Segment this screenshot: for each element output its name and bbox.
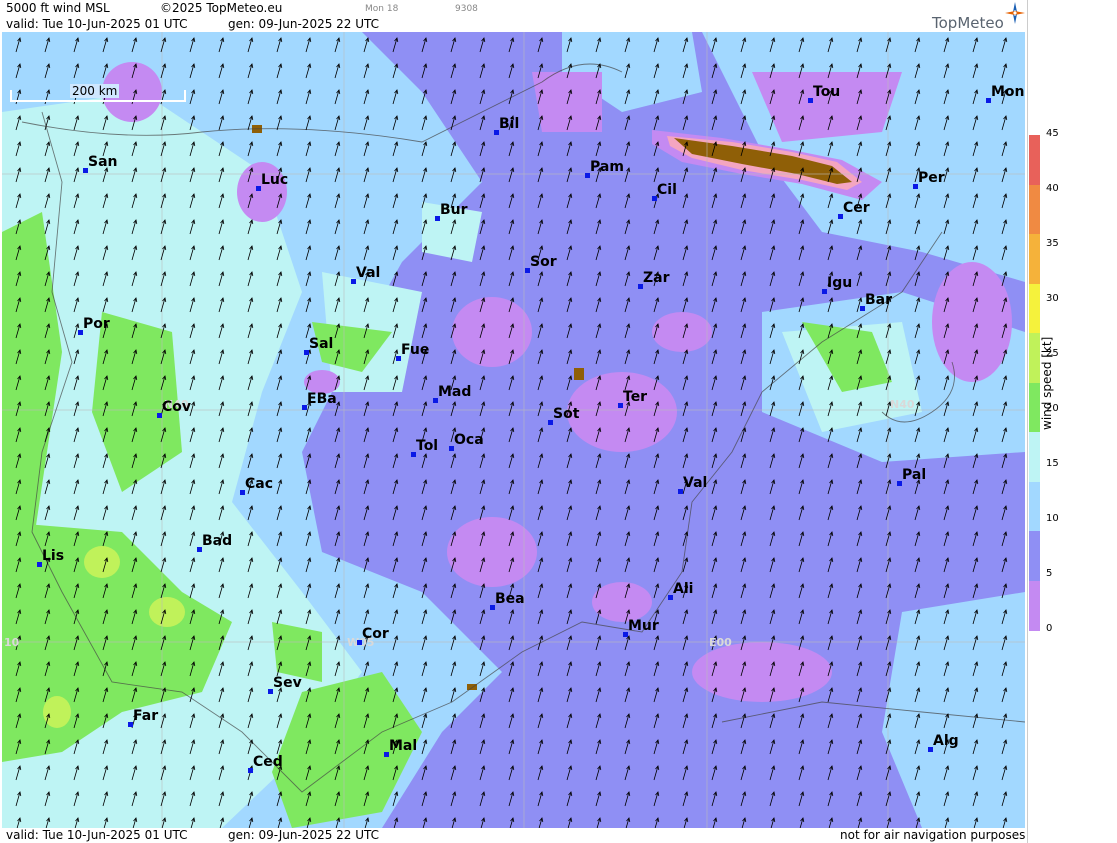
city-label: Sor	[530, 254, 557, 270]
scale-label: 200 km	[70, 84, 120, 98]
legend-tick-label: 10	[1046, 513, 1059, 524]
city-label: Alg	[933, 733, 959, 749]
map-header: 5000 ft wind MSL ©2025 TopMeteo.eu Mon 1…	[0, 0, 1027, 32]
city-label: Mad	[438, 384, 472, 400]
city-label: Mon	[991, 84, 1025, 100]
copyright: ©2025 TopMeteo.eu	[160, 1, 283, 15]
footer-generated-time: gen: 09-Jun-2025 22 UTC	[228, 828, 380, 842]
legend-color-cell	[1029, 283, 1040, 334]
legend-color-cell	[1029, 432, 1040, 482]
city-label: Tou	[813, 84, 841, 100]
city-label: San	[88, 154, 118, 170]
legend-tick-label: 0	[1046, 623, 1053, 634]
city-label: Cac	[245, 476, 274, 492]
city-label: Bar	[865, 292, 893, 308]
legend-color-bar	[1028, 135, 1040, 631]
legend-color-cell	[1029, 333, 1040, 383]
lat-label-east: N40	[890, 398, 915, 411]
city-label: Oca	[454, 432, 484, 448]
city-label: Val	[356, 265, 381, 281]
legend-color-cell	[1029, 135, 1040, 185]
legend-title: wind speed [kt]	[1040, 336, 1054, 430]
city-label: Per	[918, 170, 945, 186]
run-code: 9308	[455, 4, 478, 14]
legend-tick-label: 5	[1046, 568, 1053, 579]
legend-tick-label: 15	[1046, 458, 1059, 469]
legend-color-cell	[1029, 184, 1040, 235]
legend-color-cell	[1029, 234, 1040, 284]
lon-label-w10: 10	[4, 636, 20, 649]
city-label: Far	[133, 708, 159, 724]
city-label: Sev	[273, 675, 302, 691]
city-label: Luc	[261, 172, 289, 188]
wind-map[interactable]: 200 km N40 N40 W05 E00 10 TouMonBilSanLu…	[2, 32, 1025, 828]
city-label: Pal	[902, 467, 927, 483]
product-title: 5000 ft wind MSL	[6, 1, 110, 15]
city-label: Val	[683, 475, 708, 491]
city-label: Lis	[42, 548, 65, 564]
city-label: Cor	[362, 626, 389, 642]
city-label: Bur	[440, 202, 468, 218]
city-label: Por	[83, 316, 110, 332]
city-label: Bil	[499, 116, 520, 132]
legend-color-cell	[1029, 531, 1040, 581]
city-label: Cer	[843, 200, 870, 216]
legend-tick-label: 45	[1046, 128, 1059, 139]
city-label: Igu	[827, 275, 853, 291]
legend-tick-label: 35	[1046, 238, 1059, 249]
city-label: Fue	[401, 342, 430, 358]
city-label: Bea	[495, 591, 525, 607]
city-label: Cil	[657, 182, 677, 198]
legend-tick-label: 30	[1046, 293, 1059, 304]
city-label: Pam	[590, 159, 624, 175]
legend-color-cell	[1029, 481, 1040, 532]
city-label: EBa	[307, 391, 337, 407]
city-label: Ter	[623, 389, 648, 405]
valid-time: valid: Tue 10-Jun-2025 01 UTC	[6, 17, 188, 31]
brand-logo-text: TopMeteo	[932, 14, 1004, 32]
city-label: Mal	[389, 738, 418, 754]
compass-logo-icon	[1005, 2, 1025, 24]
day-code: Mon 18	[365, 4, 399, 14]
lon-label-e00: E00	[709, 636, 732, 649]
city-label: Tol	[416, 438, 439, 454]
legend-color-cell	[1029, 580, 1040, 631]
city-label: Ced	[253, 754, 283, 770]
city-label: Sal	[309, 336, 334, 352]
footer-disclaimer: not for air navigation purposes	[840, 828, 1026, 842]
generated-time: gen: 09-Jun-2025 22 UTC	[228, 17, 380, 31]
city-label: Sot	[553, 406, 580, 422]
city-label: Zar	[643, 270, 670, 286]
city-label: Ali	[673, 581, 694, 597]
map-footer: valid: Tue 10-Jun-2025 01 UTC gen: 09-Ju…	[0, 828, 1027, 843]
city-label: Cov	[162, 399, 192, 415]
city-label: Mur	[628, 618, 659, 634]
footer-valid-time: valid: Tue 10-Jun-2025 01 UTC	[6, 828, 188, 842]
legend-color-cell	[1029, 382, 1040, 433]
legend-tick-label: 40	[1046, 183, 1059, 194]
city-label: Bad	[202, 533, 233, 549]
